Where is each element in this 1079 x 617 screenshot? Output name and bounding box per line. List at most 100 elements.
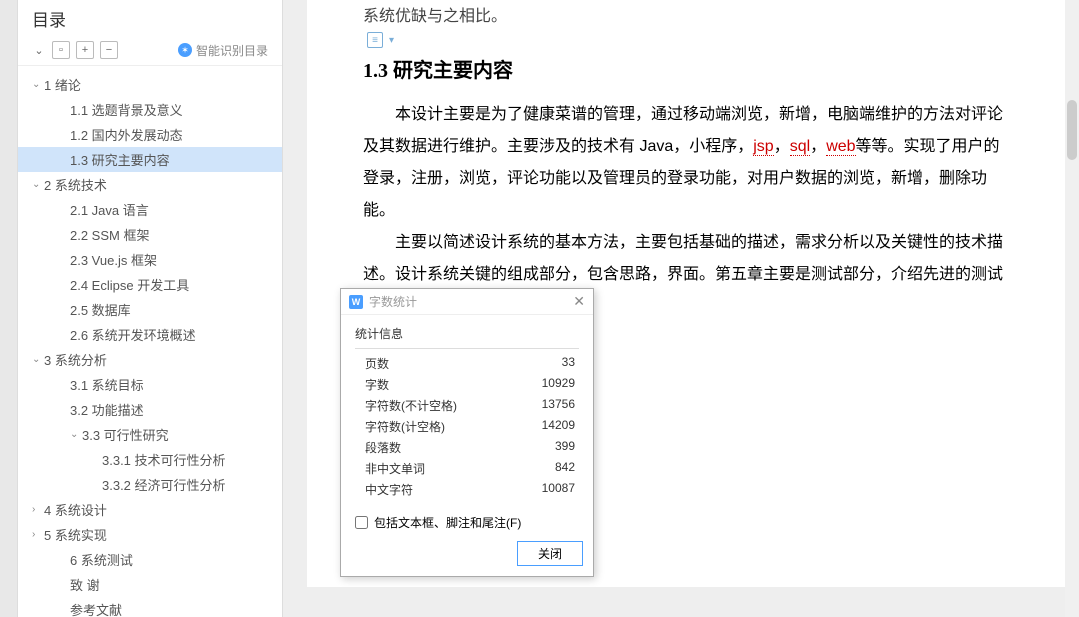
stat-label: 非中文单词 (365, 460, 425, 477)
chevron-down-icon[interactable] (70, 429, 82, 440)
stats-list: 页数33字数10929字符数(不计空格)13756字符数(计空格)14209段落… (355, 353, 579, 500)
toc-item-label: 2 系统技术 (44, 175, 107, 194)
toc-title: 目录 (32, 6, 66, 31)
toc-item[interactable]: 2.2 SSM 框架 (18, 222, 282, 247)
chevron-right-icon[interactable] (32, 529, 44, 540)
stat-label: 页数 (365, 355, 389, 372)
toc-item[interactable]: 1.2 国内外发展动态 (18, 122, 282, 147)
toc-item-label: 6 系统测试 (70, 550, 133, 569)
toc-item[interactable]: 致 谢 (18, 572, 282, 597)
toc-item-label: 2.5 数据库 (70, 300, 131, 319)
section-heading: 1.3 研究主要内容 (363, 54, 1015, 83)
toolbar-icons: ⌄ ▫ + − (32, 41, 118, 59)
chevron-down-icon[interactable] (32, 79, 44, 90)
toc-item[interactable]: 2.5 数据库 (18, 297, 282, 322)
toc-item-label: 1 绪论 (44, 75, 81, 94)
checkbox-input[interactable] (355, 516, 368, 529)
stat-value: 33 (562, 355, 575, 372)
stat-row: 字符数(计空格)14209 (355, 416, 579, 437)
dropdown-icon[interactable]: ▾ (389, 35, 394, 46)
toc-item-label: 2.1 Java 语言 (70, 200, 149, 219)
toc-item[interactable]: 3.1 系统目标 (18, 372, 282, 397)
chevron-down-icon[interactable] (32, 354, 44, 365)
close-icon[interactable]: ✕ (573, 293, 585, 310)
stat-row: 段落数 399 (355, 437, 579, 458)
stat-label: 字符数(不计空格) (365, 397, 457, 414)
paragraph-icon[interactable]: ≡ (367, 32, 383, 48)
toc-item[interactable]: 2 系统技术 (18, 172, 282, 197)
left-gutter (0, 0, 18, 617)
stat-value: 399 (555, 439, 575, 456)
toc-item-label: 1.1 选题背景及意义 (70, 100, 183, 119)
toc-item-label: 4 系统设计 (44, 500, 107, 519)
toc-item[interactable]: 2.6 系统开发环境概述 (18, 322, 282, 347)
expand-all-icon[interactable]: ▫ (52, 41, 70, 59)
stat-value: 10929 (542, 376, 575, 393)
level-down-icon[interactable]: − (100, 41, 118, 59)
toc-item[interactable]: 2.4 Eclipse 开发工具 (18, 272, 282, 297)
dialog-footer: 关闭 (341, 541, 593, 576)
stat-label: 字数 (365, 376, 389, 393)
toc-item[interactable]: 2.3 Vue.js 框架 (18, 247, 282, 272)
smart-toc-label: 智能识别目录 (196, 42, 268, 59)
toc-item[interactable]: 3.3 可行性研究 (18, 422, 282, 447)
level-up-icon[interactable]: + (76, 41, 94, 59)
toc-item-label: 3.3.2 经济可行性分析 (102, 475, 226, 494)
stat-row: 字数 10929 (355, 374, 579, 395)
scroll-thumb[interactable] (1067, 100, 1077, 160)
toc-item-label: 1.3 研究主要内容 (70, 150, 170, 169)
toc-item[interactable]: 3.3.2 经济可行性分析 (18, 472, 282, 497)
smart-toc-button[interactable]: ✶ 智能识别目录 (178, 42, 268, 59)
toc-item[interactable]: 6 系统测试 (18, 547, 282, 572)
paragraph-tools[interactable]: ≡ ▾ (367, 32, 394, 48)
toc-item-label: 2.4 Eclipse 开发工具 (70, 275, 189, 294)
toc-item-label: 参考文献 (70, 600, 122, 617)
toc-item[interactable]: 1.3 研究主要内容 (18, 147, 282, 172)
wps-icon: W (349, 295, 363, 309)
include-footnotes-checkbox[interactable]: 包括文本框、脚注和尾注(F) (355, 514, 579, 531)
toc-item-label: 3.2 功能描述 (70, 400, 144, 419)
toc-item[interactable]: 2.1 Java 语言 (18, 197, 282, 222)
toc-panel: 目录 ⌄ ▫ + − ✶ 智能识别目录 1 绪论 1.1 选题背景及意义 1.2 国… (18, 0, 283, 617)
stat-row: 字符数(不计空格) 13756 (355, 395, 579, 416)
word-count-dialog: W 字数统计 ✕ 统计信息 页数33字数10929字符数(不计空格)13756字… (340, 288, 594, 577)
toc-tree[interactable]: 1 绪论 1.1 选题背景及意义 1.2 国内外发展动态 1.3 研究主要内容 2 系统… (18, 66, 282, 617)
toc-item-label: 3.3 可行性研究 (82, 425, 169, 444)
stat-label: 段落数 (365, 439, 401, 456)
toc-item[interactable]: 3 系统分析 (18, 347, 282, 372)
toc-item[interactable]: 5 系统实现 (18, 522, 282, 547)
stat-row: 中文字符10087 (355, 479, 579, 500)
vertical-scrollbar[interactable] (1065, 0, 1079, 617)
stat-value: 10087 (542, 481, 575, 498)
toc-item-label: 1.2 国内外发展动态 (70, 125, 183, 144)
collapse-down-icon[interactable]: ⌄ (32, 41, 46, 59)
dialog-titlebar[interactable]: W 字数统计 ✕ (341, 289, 593, 315)
toc-item-label: 致 谢 (70, 575, 100, 594)
dialog-title: 字数统计 (369, 293, 417, 310)
toc-item[interactable]: 1 绪论 (18, 72, 282, 97)
stat-label: 字符数(计空格) (365, 418, 445, 435)
chevron-right-icon[interactable] (32, 504, 44, 515)
toc-item[interactable]: 参考文献 (18, 597, 282, 617)
prev-page-fragment: 系统优缺与之相比。 (363, 0, 1015, 26)
toc-item-label: 5 系统实现 (44, 525, 107, 544)
toc-item-label: 2.3 Vue.js 框架 (70, 250, 157, 269)
toc-item-label: 2.2 SSM 框架 (70, 225, 149, 244)
checkbox-label: 包括文本框、脚注和尾注(F) (374, 514, 521, 531)
stats-section-label: 统计信息 (355, 323, 579, 349)
toc-item-label: 3.3.1 技术可行性分析 (102, 450, 226, 469)
toc-item[interactable]: 1.1 选题背景及意义 (18, 97, 282, 122)
toc-item-label: 3 系统分析 (44, 350, 107, 369)
toc-header: 目录 (18, 0, 282, 37)
toc-item-label: 2.6 系统开发环境概述 (70, 325, 196, 344)
chevron-down-icon[interactable] (32, 179, 44, 190)
toc-item-label: 3.1 系统目标 (70, 375, 144, 394)
smart-toc-icon: ✶ (178, 43, 192, 57)
stat-row: 页数 33 (355, 353, 579, 374)
stat-value: 13756 (542, 397, 575, 414)
stat-row: 非中文单词842 (355, 458, 579, 479)
toc-item[interactable]: 3.2 功能描述 (18, 397, 282, 422)
close-button[interactable]: 关闭 (517, 541, 583, 566)
toc-item[interactable]: 3.3.1 技术可行性分析 (18, 447, 282, 472)
toc-item[interactable]: 4 系统设计 (18, 497, 282, 522)
